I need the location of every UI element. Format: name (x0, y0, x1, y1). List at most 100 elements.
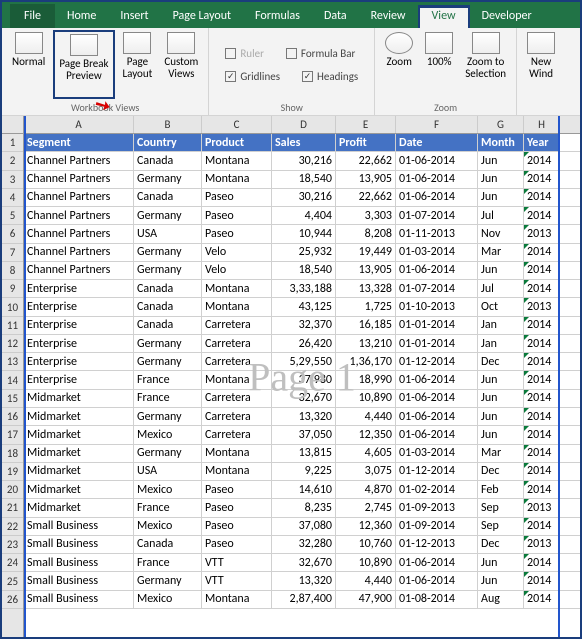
cell[interactable]: 2014 (524, 207, 560, 224)
cell[interactable]: Mar (478, 244, 524, 261)
cell[interactable]: 2013 (524, 536, 560, 553)
cell[interactable]: 01-01-2014 (396, 335, 478, 352)
cell[interactable]: Canada (134, 536, 202, 553)
cell[interactable]: 01-03-2014 (396, 244, 478, 261)
cell[interactable]: USA (134, 225, 202, 242)
cell[interactable]: 2014 (524, 591, 560, 608)
cell[interactable]: Nov (478, 225, 524, 242)
row-header[interactable]: 7 (2, 244, 23, 262)
cell[interactable]: Jun (478, 426, 524, 443)
cell[interactable]: Carretera (202, 335, 272, 352)
tab-data[interactable]: Data (312, 5, 359, 28)
cell[interactable]: Montana (202, 445, 272, 462)
cell[interactable]: 13,815 (272, 445, 336, 462)
cell[interactable]: Channel Partners (24, 262, 134, 279)
cell[interactable]: Small Business (24, 591, 134, 608)
cell[interactable]: 25,932 (272, 244, 336, 261)
cell[interactable]: Germany (134, 262, 202, 279)
cell[interactable]: Germany (134, 171, 202, 188)
cell[interactable]: 13,320 (272, 572, 336, 589)
cell[interactable]: Dec (478, 536, 524, 553)
cell[interactable]: Enterprise (24, 335, 134, 352)
cell[interactable]: Carretera (202, 353, 272, 370)
cell[interactable]: Enterprise (24, 298, 134, 315)
row-header[interactable]: 23 (2, 536, 23, 554)
cell[interactable]: 2014 (524, 262, 560, 279)
cell[interactable]: Montana (202, 152, 272, 169)
cell[interactable]: Paseo (202, 518, 272, 535)
cell[interactable]: France (134, 371, 202, 388)
cell[interactable]: Jun (478, 572, 524, 589)
cell[interactable]: Paseo (202, 189, 272, 206)
cell[interactable]: Germany (134, 408, 202, 425)
cell[interactable]: 2014 (524, 189, 560, 206)
cell[interactable]: 01-11-2013 (396, 225, 478, 242)
row-header[interactable]: 24 (2, 554, 23, 572)
row-header[interactable]: 5 (2, 207, 23, 225)
row-header[interactable]: 11 (2, 317, 23, 335)
row-header[interactable]: 25 (2, 572, 23, 590)
cell[interactable]: Montana (202, 591, 272, 608)
cell[interactable]: 22,662 (336, 152, 396, 169)
row-header[interactable]: 10 (2, 298, 23, 316)
cell[interactable]: 01-06-2014 (396, 171, 478, 188)
row-header[interactable]: 3 (2, 171, 23, 189)
row-header[interactable]: 9 (2, 280, 23, 298)
zoom-to-selection-button[interactable]: Zoom toSelection (461, 30, 510, 99)
cell[interactable]: 01-07-2014 (396, 207, 478, 224)
cell[interactable]: 2013 (524, 298, 560, 315)
column-header-A[interactable]: A (24, 116, 134, 133)
tab-developer[interactable]: Developer (470, 5, 544, 28)
cell[interactable]: 2014 (524, 518, 560, 535)
zoom-button[interactable]: Zoom (381, 30, 417, 99)
cell[interactable]: 1,36,170 (336, 353, 396, 370)
cell[interactable]: 01-09-2013 (396, 499, 478, 516)
cell[interactable]: Paseo (202, 225, 272, 242)
cell[interactable]: Channel Partners (24, 152, 134, 169)
cell[interactable]: Carretera (202, 408, 272, 425)
cell[interactable]: 01-06-2014 (396, 408, 478, 425)
cell[interactable]: 14,610 (272, 481, 336, 498)
cell[interactable]: 2013 (524, 225, 560, 242)
cell[interactable]: 13,905 (336, 262, 396, 279)
cell[interactable]: Mexico (134, 518, 202, 535)
cell[interactable]: Midmarket (24, 408, 134, 425)
column-header-B[interactable]: B (134, 116, 202, 133)
column-header-C[interactable]: C (202, 116, 272, 133)
cell[interactable]: Germany (134, 572, 202, 589)
cell[interactable]: Sep (478, 499, 524, 516)
header-cell[interactable]: Product (202, 134, 272, 151)
cell[interactable]: 01-06-2014 (396, 426, 478, 443)
cell[interactable]: Dec (478, 353, 524, 370)
cell[interactable]: Mexico (134, 591, 202, 608)
row-header[interactable]: 26 (2, 591, 23, 609)
cell[interactable]: Jul (478, 207, 524, 224)
formula-bar-checkbox[interactable]: Formula Bar (282, 46, 359, 61)
gridlines-checkbox[interactable]: Gridlines (221, 69, 284, 84)
cell[interactable]: 12,360 (336, 518, 396, 535)
tab-insert[interactable]: Insert (108, 5, 160, 28)
cell[interactable]: Midmarket (24, 499, 134, 516)
header-cell[interactable]: Year (524, 134, 560, 151)
tab-page-layout[interactable]: Page Layout (161, 5, 243, 28)
normal-view-button[interactable]: Normal (8, 30, 49, 99)
cell[interactable]: 01-06-2014 (396, 152, 478, 169)
cell[interactable]: 43,125 (272, 298, 336, 315)
cell[interactable]: 01-12-2014 (396, 463, 478, 480)
cell[interactable]: Canada (134, 298, 202, 315)
cell[interactable]: 5,29,550 (272, 353, 336, 370)
header-cell[interactable]: Sales (272, 134, 336, 151)
cell[interactable]: Montana (202, 298, 272, 315)
cell[interactable]: 32,370 (272, 317, 336, 334)
cell[interactable]: 10,944 (272, 225, 336, 242)
cell[interactable]: 2013 (524, 499, 560, 516)
cell[interactable]: 9,225 (272, 463, 336, 480)
cell[interactable]: Midmarket (24, 445, 134, 462)
custom-views-button[interactable]: CustomViews (160, 30, 202, 99)
cell[interactable]: Oct (478, 298, 524, 315)
cell[interactable]: 2014 (524, 244, 560, 261)
cell[interactable]: Jun (478, 554, 524, 571)
page-break-preview-button[interactable]: Page BreakPreview (53, 30, 114, 99)
cell[interactable]: 2014 (524, 481, 560, 498)
row-header[interactable]: 6 (2, 225, 23, 243)
